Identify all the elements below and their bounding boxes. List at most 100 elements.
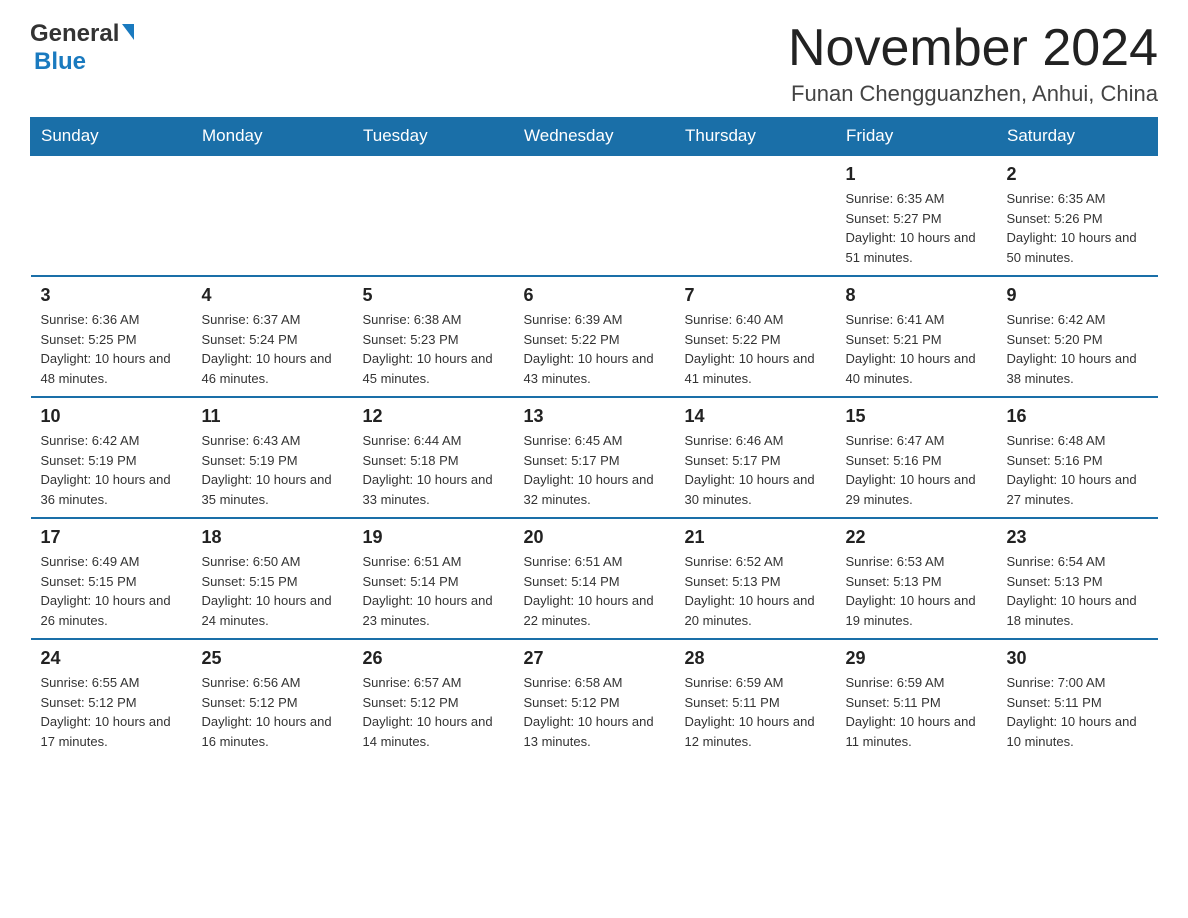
calendar-cell: 23 Sunrise: 6:54 AM Sunset: 5:13 PM Dayli…: [997, 518, 1158, 639]
calendar-week-row: 24 Sunrise: 6:55 AM Sunset: 5:12 PM Dayli…: [31, 639, 1158, 759]
day-number: 18: [202, 527, 343, 548]
calendar-cell: 4Sunrise: 6:37 AM Sunset: 5:24 PM Daylig…: [192, 276, 353, 397]
calendar-cell: 12 Sunrise: 6:44 AM Sunset: 5:18 PM Dayli…: [353, 397, 514, 518]
day-header-monday: Monday: [192, 118, 353, 156]
day-info: Sunrise: 6:59 AM Sunset: 5:11 PM Dayligh…: [685, 673, 826, 751]
day-info: Sunrise: 6:38 AM Sunset: 5:23 PM Dayligh…: [363, 310, 504, 388]
header: General Blue November 2024 Funan Chenggu…: [30, 20, 1158, 107]
location-title: Funan Chengguanzhen, Anhui, China: [788, 81, 1158, 107]
calendar-cell: 9 Sunrise: 6:42 AM Sunset: 5:20 PM Daylig…: [997, 276, 1158, 397]
month-title: November 2024: [788, 20, 1158, 77]
day-number: 21: [685, 527, 826, 548]
day-info: Sunrise: 6:42 AM Sunset: 5:20 PM Dayligh…: [1007, 310, 1148, 388]
calendar-cell: 3Sunrise: 6:36 AM Sunset: 5:25 PM Daylig…: [31, 276, 192, 397]
calendar-cell: 18 Sunrise: 6:50 AM Sunset: 5:15 PM Dayli…: [192, 518, 353, 639]
day-info: Sunrise: 6:47 AM Sunset: 5:16 PM Dayligh…: [846, 431, 987, 509]
day-info: Sunrise: 6:54 AM Sunset: 5:13 PM Dayligh…: [1007, 552, 1148, 630]
calendar-week-row: 10 Sunrise: 6:42 AM Sunset: 5:19 PM Dayli…: [31, 397, 1158, 518]
day-number: 19: [363, 527, 504, 548]
day-number: 11: [202, 406, 343, 427]
day-number: 5: [363, 285, 504, 306]
calendar-cell: 5 Sunrise: 6:38 AM Sunset: 5:23 PM Daylig…: [353, 276, 514, 397]
calendar-cell: 2 Sunrise: 6:35 AM Sunset: 5:26 PM Daylig…: [997, 155, 1158, 276]
calendar-cell: 7Sunrise: 6:40 AM Sunset: 5:22 PM Daylig…: [675, 276, 836, 397]
logo-general-text: General: [30, 20, 119, 48]
day-info: Sunrise: 6:44 AM Sunset: 5:18 PM Dayligh…: [363, 431, 504, 509]
calendar-cell: 15 Sunrise: 6:47 AM Sunset: 5:16 PM Dayli…: [836, 397, 997, 518]
calendar-cell: 19Sunrise: 6:51 AM Sunset: 5:14 PM Dayli…: [353, 518, 514, 639]
day-number: 24: [41, 648, 182, 669]
day-info: Sunrise: 6:36 AM Sunset: 5:25 PM Dayligh…: [41, 310, 182, 388]
day-header-friday: Friday: [836, 118, 997, 156]
calendar-cell: [514, 155, 675, 276]
day-number: 15: [846, 406, 987, 427]
day-number: 1: [846, 164, 987, 185]
day-info: Sunrise: 6:45 AM Sunset: 5:17 PM Dayligh…: [524, 431, 665, 509]
day-number: 22: [846, 527, 987, 548]
day-number: 12: [363, 406, 504, 427]
logo-triangle-icon: [122, 24, 134, 40]
logo-blue-text: Blue: [34, 48, 86, 76]
calendar-cell: 28Sunrise: 6:59 AM Sunset: 5:11 PM Dayli…: [675, 639, 836, 759]
day-number: 20: [524, 527, 665, 548]
calendar-cell: 22 Sunrise: 6:53 AM Sunset: 5:13 PM Dayli…: [836, 518, 997, 639]
calendar-cell: 24 Sunrise: 6:55 AM Sunset: 5:12 PM Dayli…: [31, 639, 192, 759]
day-number: 23: [1007, 527, 1148, 548]
day-info: Sunrise: 6:49 AM Sunset: 5:15 PM Dayligh…: [41, 552, 182, 630]
day-info: Sunrise: 6:40 AM Sunset: 5:22 PM Dayligh…: [685, 310, 826, 388]
day-number: 6: [524, 285, 665, 306]
day-info: Sunrise: 6:51 AM Sunset: 5:14 PM Dayligh…: [524, 552, 665, 630]
calendar-header-row: SundayMondayTuesdayWednesdayThursdayFrid…: [31, 118, 1158, 156]
day-info: Sunrise: 6:57 AM Sunset: 5:12 PM Dayligh…: [363, 673, 504, 751]
calendar-cell: [675, 155, 836, 276]
day-number: 26: [363, 648, 504, 669]
day-info: Sunrise: 6:59 AM Sunset: 5:11 PM Dayligh…: [846, 673, 987, 751]
day-number: 9: [1007, 285, 1148, 306]
day-header-saturday: Saturday: [997, 118, 1158, 156]
day-number: 4: [202, 285, 343, 306]
calendar-cell: [31, 155, 192, 276]
day-number: 25: [202, 648, 343, 669]
day-info: Sunrise: 6:50 AM Sunset: 5:15 PM Dayligh…: [202, 552, 343, 630]
day-info: Sunrise: 6:42 AM Sunset: 5:19 PM Dayligh…: [41, 431, 182, 509]
logo: General Blue: [30, 20, 134, 76]
day-info: Sunrise: 6:52 AM Sunset: 5:13 PM Dayligh…: [685, 552, 826, 630]
calendar-cell: 26 Sunrise: 6:57 AM Sunset: 5:12 PM Dayli…: [353, 639, 514, 759]
day-number: 30: [1007, 648, 1148, 669]
day-info: Sunrise: 6:43 AM Sunset: 5:19 PM Dayligh…: [202, 431, 343, 509]
calendar-cell: 30 Sunrise: 7:00 AM Sunset: 5:11 PM Dayli…: [997, 639, 1158, 759]
calendar-cell: 20 Sunrise: 6:51 AM Sunset: 5:14 PM Dayli…: [514, 518, 675, 639]
day-number: 8: [846, 285, 987, 306]
day-info: Sunrise: 6:53 AM Sunset: 5:13 PM Dayligh…: [846, 552, 987, 630]
calendar-table: SundayMondayTuesdayWednesdayThursdayFrid…: [30, 117, 1158, 759]
calendar-cell: 13 Sunrise: 6:45 AM Sunset: 5:17 PM Dayli…: [514, 397, 675, 518]
calendar-cell: 25Sunrise: 6:56 AM Sunset: 5:12 PM Dayli…: [192, 639, 353, 759]
calendar-cell: 10 Sunrise: 6:42 AM Sunset: 5:19 PM Dayli…: [31, 397, 192, 518]
calendar-cell: 8Sunrise: 6:41 AM Sunset: 5:21 PM Daylig…: [836, 276, 997, 397]
calendar-week-row: 3Sunrise: 6:36 AM Sunset: 5:25 PM Daylig…: [31, 276, 1158, 397]
day-info: Sunrise: 6:35 AM Sunset: 5:26 PM Dayligh…: [1007, 189, 1148, 267]
day-info: Sunrise: 6:35 AM Sunset: 5:27 PM Dayligh…: [846, 189, 987, 267]
calendar-cell: 1 Sunrise: 6:35 AM Sunset: 5:27 PM Daylig…: [836, 155, 997, 276]
day-header-sunday: Sunday: [31, 118, 192, 156]
calendar-cell: 27 Sunrise: 6:58 AM Sunset: 5:12 PM Dayli…: [514, 639, 675, 759]
day-number: 17: [41, 527, 182, 548]
day-number: 27: [524, 648, 665, 669]
day-number: 2: [1007, 164, 1148, 185]
calendar-cell: 6Sunrise: 6:39 AM Sunset: 5:22 PM Daylig…: [514, 276, 675, 397]
calendar-cell: 21 Sunrise: 6:52 AM Sunset: 5:13 PM Dayli…: [675, 518, 836, 639]
day-header-wednesday: Wednesday: [514, 118, 675, 156]
calendar-cell: 16Sunrise: 6:48 AM Sunset: 5:16 PM Dayli…: [997, 397, 1158, 518]
calendar-cell: [192, 155, 353, 276]
calendar-cell: 14Sunrise: 6:46 AM Sunset: 5:17 PM Dayli…: [675, 397, 836, 518]
day-info: Sunrise: 6:58 AM Sunset: 5:12 PM Dayligh…: [524, 673, 665, 751]
calendar-week-row: 17 Sunrise: 6:49 AM Sunset: 5:15 PM Dayli…: [31, 518, 1158, 639]
calendar-cell: 11 Sunrise: 6:43 AM Sunset: 5:19 PM Dayli…: [192, 397, 353, 518]
day-number: 13: [524, 406, 665, 427]
calendar-week-row: 1 Sunrise: 6:35 AM Sunset: 5:27 PM Daylig…: [31, 155, 1158, 276]
day-number: 29: [846, 648, 987, 669]
day-info: Sunrise: 6:55 AM Sunset: 5:12 PM Dayligh…: [41, 673, 182, 751]
day-number: 16: [1007, 406, 1148, 427]
day-number: 10: [41, 406, 182, 427]
day-info: Sunrise: 7:00 AM Sunset: 5:11 PM Dayligh…: [1007, 673, 1148, 751]
